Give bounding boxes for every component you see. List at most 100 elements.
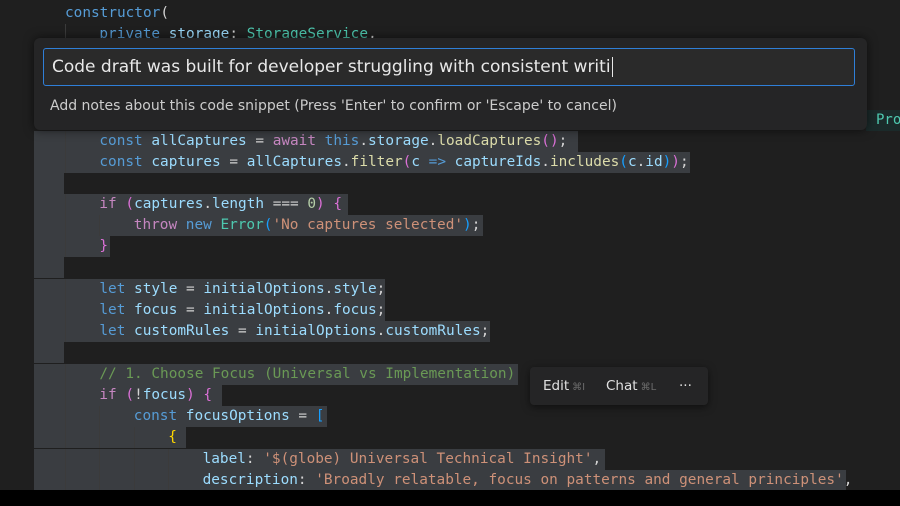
code-token: await: [272, 133, 325, 149]
code-line[interactable]: let focus = initialOptions.focus;: [99, 300, 385, 321]
code-token: initialOptions: [255, 323, 377, 339]
notes-input-value: Code draft was built for developer strug…: [52, 57, 611, 77]
code-token: =: [246, 133, 273, 149]
code-token: // 1. Choose Focus (Universal vs Impleme…: [99, 366, 516, 382]
code-token: initialOptions: [203, 302, 325, 318]
code-line[interactable]: const focusOptions = [: [134, 406, 325, 427]
code-token: focusOptions: [185, 408, 290, 424]
indent-guide: [99, 470, 101, 490]
code-token: =: [220, 154, 247, 170]
code-token: =: [289, 408, 316, 424]
chat-button[interactable]: Chat ⌘L: [606, 367, 656, 405]
text-caret: [611, 57, 613, 77]
code-line[interactable]: if (captures.length === 0) {: [99, 194, 342, 215]
quick-input-widget: Code draft was built for developer strug…: [34, 38, 867, 130]
code-token: let: [99, 281, 135, 297]
indent-guide: [99, 449, 101, 470]
indent-guide: [99, 427, 101, 448]
code-token: (: [125, 387, 135, 403]
more-actions-button[interactable]: ···: [679, 367, 692, 405]
code-line[interactable]: const captures = allCaptures.filter(c =>…: [99, 152, 688, 173]
code-token: ,: [843, 472, 853, 488]
code-token: const: [133, 408, 186, 424]
code-token: (: [160, 5, 169, 21]
selection-highlight: [34, 257, 64, 278]
indent-guide: [168, 449, 170, 470]
code-token: includes: [549, 154, 620, 170]
code-token: this: [324, 133, 360, 149]
selection-highlight: [34, 173, 64, 194]
code-token: ;: [471, 217, 481, 233]
code-token: captures: [151, 154, 221, 170]
code-token: storage: [368, 133, 429, 149]
code-line[interactable]: }: [99, 236, 108, 257]
indent-guide: [133, 470, 135, 490]
code-token: focus: [142, 387, 187, 403]
code-token: :: [245, 451, 264, 467]
code-token: (: [125, 196, 135, 212]
indent-guide: [65, 152, 66, 173]
code-line[interactable]: {: [168, 427, 177, 448]
code-line[interactable]: description: 'Broadly relatable, focus o…: [203, 470, 853, 490]
code-token: focus: [333, 302, 377, 318]
code-token: allCaptures: [151, 133, 247, 149]
code-token: ): [662, 154, 672, 170]
code-token: =: [177, 281, 204, 297]
notes-input[interactable]: Code draft was built for developer strug…: [43, 48, 855, 86]
code-token: focus: [134, 302, 178, 318]
indent-guide: [99, 406, 101, 427]
code-token: description: [202, 472, 298, 488]
floating-toolbar: Edit ⌘I Chat ⌘L ···: [530, 367, 708, 405]
indent-guide: [133, 427, 135, 448]
code-token: new: [185, 217, 221, 233]
code-token: ): [186, 387, 195, 403]
edit-button[interactable]: Edit ⌘I: [543, 367, 585, 405]
code-token: (): [541, 133, 559, 149]
code-token: 'No captures selected': [272, 217, 464, 233]
indent-guide: [65, 215, 66, 236]
code-line[interactable]: if (!focus) {: [99, 385, 212, 406]
code-token: ): [671, 154, 680, 170]
side-label: Pro: [866, 110, 900, 131]
indent-guide: [99, 215, 101, 236]
code-token: const: [99, 154, 152, 170]
code-token: :: [297, 472, 316, 488]
code-token: {: [203, 387, 213, 403]
indent-guide: [65, 385, 66, 406]
code-line[interactable]: label: '$(globe) Universal Technical Ins…: [203, 449, 602, 470]
selection-highlight: [34, 342, 64, 363]
code-line[interactable]: let customRules = initialOptions.customR…: [99, 321, 489, 342]
code-line[interactable]: // 1. Choose Focus (Universal vs Impleme…: [99, 364, 515, 385]
indent-guide: [65, 427, 66, 448]
indent-guide: [65, 236, 66, 257]
indent-guide: [133, 449, 135, 470]
code-token: .: [636, 154, 646, 170]
code-token: =: [177, 302, 204, 318]
edit-label: Edit: [543, 378, 570, 394]
code-token: [: [315, 408, 325, 424]
code-line[interactable]: throw new Error('No captures selected');: [134, 215, 481, 236]
code-token: customRules: [134, 323, 230, 339]
code-token: !: [134, 387, 143, 403]
code-token: ,: [592, 451, 602, 467]
code-token: if: [99, 196, 126, 212]
code-token: style: [333, 281, 377, 297]
code-token: customRules: [385, 323, 481, 339]
chat-label: Chat: [606, 378, 638, 394]
more-icon: ···: [679, 378, 692, 394]
code-token: (: [619, 154, 628, 170]
code-line[interactable]: let style = initialOptions.style;: [99, 279, 385, 300]
code-token: if: [99, 387, 126, 403]
code-token: ): [316, 196, 325, 212]
code-token: style: [134, 281, 178, 297]
code-token: c: [627, 154, 637, 170]
code-line[interactable]: constructor(: [65, 3, 169, 24]
code-line[interactable]: const allCaptures = await this.storage.l…: [99, 131, 567, 152]
indent-guide: [65, 300, 66, 321]
indent-guide: [168, 470, 170, 490]
code-token: ;: [480, 323, 490, 339]
code-token: ;: [679, 154, 689, 170]
indent-guide: [65, 321, 66, 342]
code-token: .: [359, 133, 368, 149]
code-token: {: [333, 196, 343, 212]
